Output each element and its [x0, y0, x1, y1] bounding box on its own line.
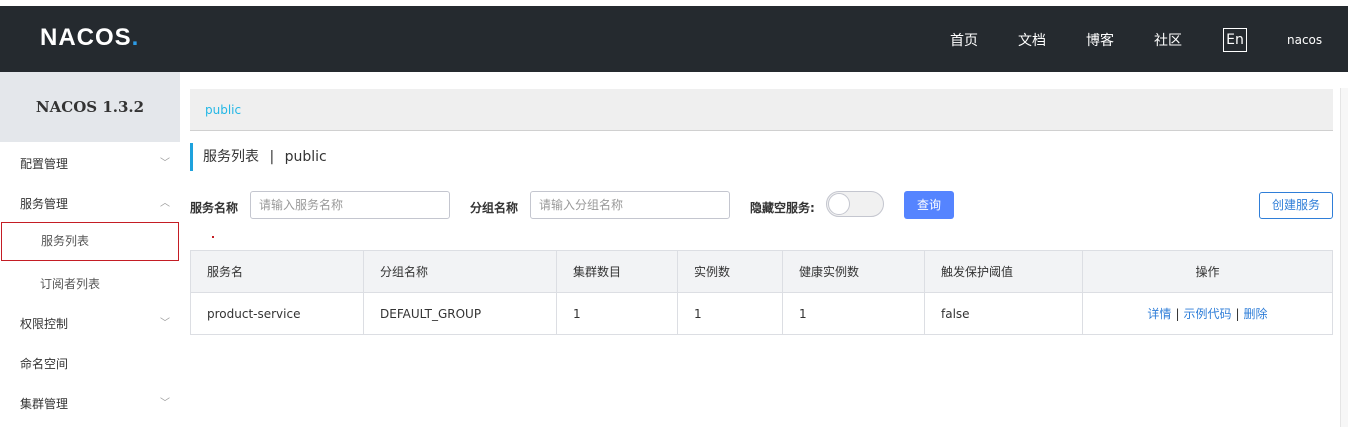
sidebar: NACOS 1.3.2 配置管理 ﹀ 服务管理 ︿ 服务列表 订阅者列表 权限控…: [0, 72, 180, 427]
sidebar-item-label: 订阅者列表: [40, 277, 101, 291]
sidebar-item-label: 服务管理: [20, 197, 69, 211]
toggle-knob: [828, 193, 850, 215]
query-button[interactable]: 查询: [904, 191, 954, 219]
page-scrollbar[interactable]: [1340, 88, 1348, 427]
chevron-down-icon: ﹀: [160, 158, 170, 169]
cell-protect-threshold: false: [924, 292, 1083, 335]
sidebar-item-subscriber-list[interactable]: 订阅者列表: [0, 264, 180, 304]
cell-group-name: DEFAULT_GROUP: [363, 292, 557, 335]
sidebar-item-label: 命名空间: [20, 357, 69, 371]
sidebar-item-label: 集群管理: [20, 397, 69, 411]
nav-docs[interactable]: 文档: [1018, 30, 1046, 50]
chevron-up-icon: ︿: [160, 198, 170, 209]
col-instance-count: 实例数: [677, 250, 783, 293]
sidebar-item-label: 服务列表: [41, 234, 90, 248]
group-name-input[interactable]: 请输入分组名称: [530, 191, 730, 219]
sidebar-title: NACOS 1.3.2: [0, 72, 180, 142]
cell-healthy-count: 1: [782, 292, 925, 335]
top-header: NACOS. 首页 文档 博客 社区 En nacos: [0, 6, 1348, 72]
sidebar-item-label: 权限控制: [20, 317, 69, 331]
cell-service-name: product-service: [190, 292, 364, 335]
col-operations: 操作: [1082, 250, 1333, 293]
col-group-name: 分组名称: [363, 250, 557, 293]
sidebar-item-service-list[interactable]: 服务列表: [1, 222, 179, 261]
sample-code-link[interactable]: 示例代码: [1183, 307, 1231, 321]
namespace-link[interactable]: public: [205, 103, 241, 117]
table-row: product-service DEFAULT_GROUP 1 1 1 fals…: [190, 292, 1333, 335]
table-header-row: 服务名 分组名称 集群数目 实例数 健康实例数 触发保护阈值 操作: [190, 250, 1333, 293]
cell-cluster-count: 1: [556, 292, 678, 335]
col-service-name: 服务名: [190, 250, 364, 293]
user-name[interactable]: nacos: [1287, 33, 1322, 47]
sidebar-item-access-control[interactable]: 权限控制 ﹀: [0, 304, 180, 344]
col-protect-threshold: 触发保护阈值: [924, 250, 1083, 293]
breadcrumb: public: [190, 89, 1333, 131]
col-healthy-count: 健康实例数: [782, 250, 925, 293]
nav-blog[interactable]: 博客: [1086, 30, 1114, 50]
sidebar-item-service-management[interactable]: 服务管理 ︿: [0, 184, 180, 224]
sidebar-item-label: 配置管理: [20, 157, 69, 171]
cell-operations: 详情 | 示例代码 | 删除: [1082, 292, 1333, 335]
sidebar-item-namespace[interactable]: 命名空间: [0, 344, 180, 384]
error-dot: [212, 236, 214, 238]
hide-empty-toggle[interactable]: [826, 191, 884, 217]
details-link[interactable]: 详情: [1147, 307, 1171, 321]
hide-empty-label: 隐藏空服务:: [750, 201, 815, 215]
nav-community[interactable]: 社区: [1154, 30, 1182, 50]
group-name-label: 分组名称: [470, 201, 519, 215]
language-toggle[interactable]: En: [1223, 28, 1247, 52]
sidebar-item-cluster-management[interactable]: 集群管理 ﹀: [0, 384, 180, 424]
col-cluster-count: 集群数目: [556, 250, 678, 293]
nacos-logo[interactable]: NACOS.: [40, 24, 139, 52]
nav-home[interactable]: 首页: [950, 30, 978, 50]
service-table: 服务名 分组名称 集群数目 实例数 健康实例数 触发保护阈值 操作 produc…: [190, 250, 1333, 335]
cell-instance-count: 1: [677, 292, 783, 335]
chevron-down-icon: ﹀: [160, 398, 170, 409]
service-name-input[interactable]: 请输入服务名称: [250, 191, 450, 219]
delete-link[interactable]: 删除: [1244, 307, 1268, 321]
service-name-label: 服务名称: [190, 201, 239, 215]
create-service-button[interactable]: 创建服务: [1259, 192, 1333, 219]
sidebar-item-config-management[interactable]: 配置管理 ﹀: [0, 144, 180, 184]
page-title: 服务列表 | public: [190, 143, 327, 171]
chevron-down-icon: ﹀: [160, 318, 170, 329]
